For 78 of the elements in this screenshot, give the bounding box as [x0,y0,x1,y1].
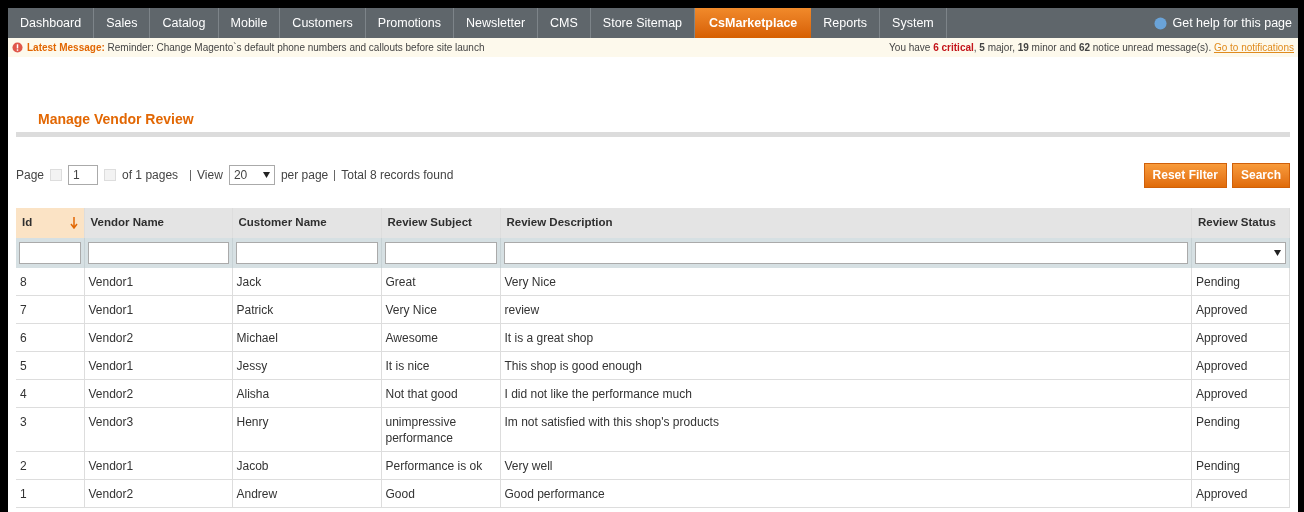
filter-field[interactable] [384,242,497,264]
per-page-label: per page [280,167,329,184]
column-header[interactable]: Review Status [1191,208,1290,238]
table-cell: Patrick [232,295,381,324]
table-cell: 4 [16,379,84,408]
table-cell: Jacob [232,451,381,480]
table-cell: Approved [1191,479,1290,508]
filter-field[interactable] [235,242,378,264]
table-cell: Andrew [232,479,381,508]
table-cell: I did not like the performance much [500,379,1192,408]
table-cell: Pending [1191,451,1290,480]
view-label: View [197,167,223,184]
table-cell: Very Nice [500,268,1192,296]
next-page-icon[interactable] [104,169,117,181]
page-count: of 1 pages [122,167,179,184]
table-cell: Pending [1191,407,1290,452]
column-header[interactable]: Review Description [500,208,1192,238]
table-cell: Approved [1191,295,1290,324]
dropdown-caret-icon [262,172,270,178]
table-cell: Vendor1 [84,451,232,480]
table-cell: Very Nice [381,295,500,324]
table-cell: Vendor2 [84,379,232,408]
table-cell: Michael [232,323,381,352]
table-cell: unimpressive performance [381,407,500,452]
records-count: Total 8 records found [341,167,454,184]
column-header[interactable]: Review Subject [381,208,500,238]
table-cell: Not that good [381,379,500,408]
table-cell: 3 [16,407,84,452]
help-link[interactable]: Get help for this page [1172,13,1292,33]
table-cell: Alisha [232,379,381,408]
filter-field[interactable] [503,242,1188,264]
per-page-select[interactable]: 20 [228,165,275,185]
table-cell: review [500,295,1192,324]
table-cell: 5 [16,351,84,380]
filter-field[interactable] [87,242,229,264]
table-cell: Great [381,268,500,296]
table-cell: Approved [1191,351,1290,380]
table-cell: Vendor2 [84,323,232,352]
table-cell: 1 [16,479,84,508]
table-cell: 7 [16,295,84,324]
page-label: Page [16,167,45,184]
column-header[interactable]: Vendor Name [84,208,232,238]
table-cell: It is a great shop [500,323,1192,352]
sort-arrow-icon [69,217,78,229]
table-cell: Good [381,479,500,508]
table-cell: 6 [16,323,84,352]
filter-field[interactable] [19,242,81,264]
table-cell: Pending [1191,268,1290,296]
table-cell: Vendor1 [84,295,232,324]
table-cell: 8 [16,268,84,296]
table-cell: Awesome [381,323,500,352]
table-cell: Performance is ok [381,451,500,480]
table-cell: Vendor1 [84,268,232,296]
previous-page-icon[interactable] [50,169,63,181]
table-cell: Good performance [500,479,1192,508]
table-cell: Im not satisfied with this shop's products [500,407,1192,452]
column-header[interactable]: Id [16,208,84,238]
table-cell: Jack [232,268,381,296]
table-cell: Vendor1 [84,351,232,380]
dropdown-caret-icon [1274,250,1281,256]
page-field[interactable]: 1 [68,165,99,185]
notification-summary: You have 6 critical, 5 major, 19 minor and 62 notice unread message(s). Go to notifications [889,41,1294,55]
table-cell: It is nice [381,351,500,380]
table-cell: Approved [1191,323,1290,352]
table-cell: Vendor3 [84,407,232,452]
table-cell: Very well [500,451,1192,480]
alert-icon [12,42,23,53]
table-cell: Vendor2 [84,479,232,508]
table-cell: This shop is good enough [500,351,1192,380]
table-cell: Jessy [232,351,381,380]
nav-tab[interactable]: CsMarketplace [695,8,812,38]
filter-select[interactable] [1195,242,1286,264]
latest-message: Latest Message: Reminder: Change Magento`s default phone numbers and callouts before site launch [27,41,485,55]
table-cell: Approved [1191,379,1290,408]
table-cell: 2 [16,451,84,480]
column-header[interactable]: Customer Name [232,208,381,238]
page-title: Manage Vendor Review [37,110,195,127]
table-cell: Henry [232,407,381,452]
